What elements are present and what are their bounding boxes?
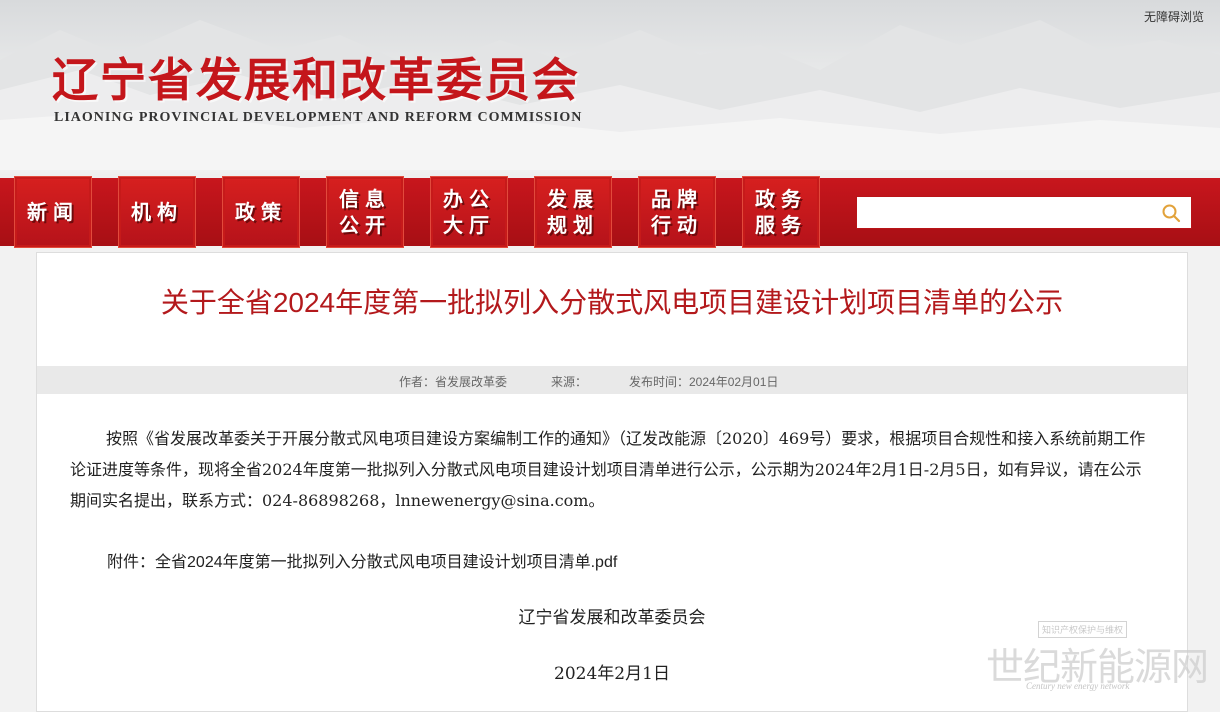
- search-icon[interactable]: [1161, 203, 1181, 223]
- nav-item-label: 机构: [131, 200, 183, 224]
- nav-item-development-plan[interactable]: 发展 规划: [534, 176, 612, 248]
- nav-item-news[interactable]: 新闻: [14, 176, 92, 248]
- article-meta-bar: 作者：省发展改革委 来源： 发布时间：2024年02月01日: [37, 366, 1187, 394]
- nav-item-info-disclosure[interactable]: 信息 公开: [326, 176, 404, 248]
- nav-item-label: 政策: [235, 200, 287, 224]
- article-body: 按照《省发展改革委关于开展分散式风电项目建设方案编制工作的通知》（辽发改能源〔2…: [70, 429, 1146, 510]
- search-input[interactable]: [863, 201, 1157, 226]
- nav-item-government-services[interactable]: 政务 服务: [742, 176, 820, 248]
- nav-item-policy[interactable]: 政策: [222, 176, 300, 248]
- nav-item-label: 新闻: [27, 200, 79, 224]
- article-author: 作者：省发展改革委: [399, 375, 508, 389]
- site-logo-english: LIAONING PROVINCIAL DEVELOPMENT AND REFO…: [54, 110, 583, 125]
- nav-item-office-hall[interactable]: 办公 大厅: [430, 176, 508, 248]
- attachment-row: 附件：全省2024年度第一批拟列入分散式风电项目建设计划项目清单.pdf: [107, 548, 617, 572]
- site-logo-chinese[interactable]: 辽宁省发展和改革委员会: [52, 44, 580, 110]
- nav-item-label: 政务 服务: [755, 187, 807, 237]
- nav-item-label: 发展 规划: [547, 187, 599, 237]
- attachment-label: 附件：: [107, 554, 156, 571]
- watermark-english-text: Century new energy network: [1026, 681, 1130, 691]
- nav-item-brand-action[interactable]: 品牌 行动: [638, 176, 716, 248]
- search-box: [856, 196, 1192, 229]
- watermark: 知识产权保护与维权 世纪新能源网 Century new energy netw…: [980, 618, 1210, 698]
- site-header: 无障碍浏览 辽宁省发展和改革委员会 LIAONING PROVINCIAL DE…: [0, 0, 1220, 170]
- nav-item-label: 品牌 行动: [651, 187, 703, 237]
- nav-item-label: 办公 大厅: [443, 187, 495, 237]
- nav-item-organization[interactable]: 机构: [118, 176, 196, 248]
- nav-item-label: 信息 公开: [339, 187, 391, 237]
- article-publish-date: 发布时间：2024年02月01日: [629, 375, 779, 389]
- accessibility-link[interactable]: 无障碍浏览: [1144, 8, 1204, 25]
- article-source: 来源：: [551, 375, 588, 389]
- attachment-link[interactable]: 全省2024年度第一批拟列入分散式风电项目建设计划项目清单.pdf: [155, 554, 617, 571]
- article-title: 关于全省2024年度第一批拟列入分散式风电项目建设计划项目清单的公示: [160, 287, 1064, 318]
